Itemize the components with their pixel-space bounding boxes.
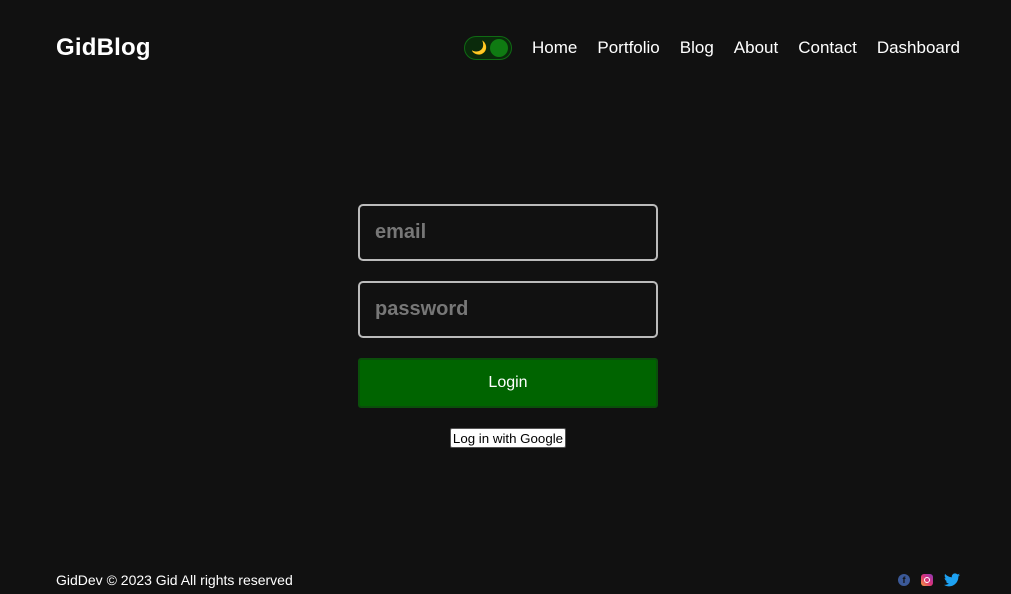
header: GidBlog 🌙 Home Portfolio Blog About Cont…: [56, 28, 960, 68]
nav-link-home[interactable]: Home: [532, 38, 577, 58]
nav-link-blog[interactable]: Blog: [680, 38, 714, 58]
facebook-icon[interactable]: f: [898, 574, 910, 586]
password-field[interactable]: [358, 281, 658, 338]
footer-copyright: GidDev © 2023 Gid All rights reserved: [56, 572, 293, 588]
email-field[interactable]: [358, 204, 658, 261]
nav-link-portfolio[interactable]: Portfolio: [597, 38, 659, 58]
moon-icon: 🌙: [471, 40, 488, 55]
google-login-button[interactable]: Log in with Google: [449, 428, 567, 448]
page: GidBlog 🌙 Home Portfolio Blog About Cont…: [0, 0, 1011, 594]
instagram-icon[interactable]: [921, 574, 933, 586]
footer: GidDev © 2023 Gid All rights reserved f: [56, 570, 960, 590]
main-nav: 🌙 Home Portfolio Blog About Contact Dash…: [464, 36, 960, 60]
toggle-knob: [490, 39, 509, 57]
nav-link-dashboard[interactable]: Dashboard: [877, 38, 960, 58]
site-logo[interactable]: GidBlog: [56, 34, 151, 62]
social-links: f: [887, 573, 960, 587]
twitter-icon[interactable]: [944, 573, 960, 587]
nav-link-contact[interactable]: Contact: [798, 38, 857, 58]
theme-toggle[interactable]: 🌙: [464, 36, 513, 60]
login-button[interactable]: Login: [358, 358, 658, 408]
login-form: Login Log in with Google: [358, 204, 658, 448]
nav-link-about[interactable]: About: [734, 38, 778, 58]
